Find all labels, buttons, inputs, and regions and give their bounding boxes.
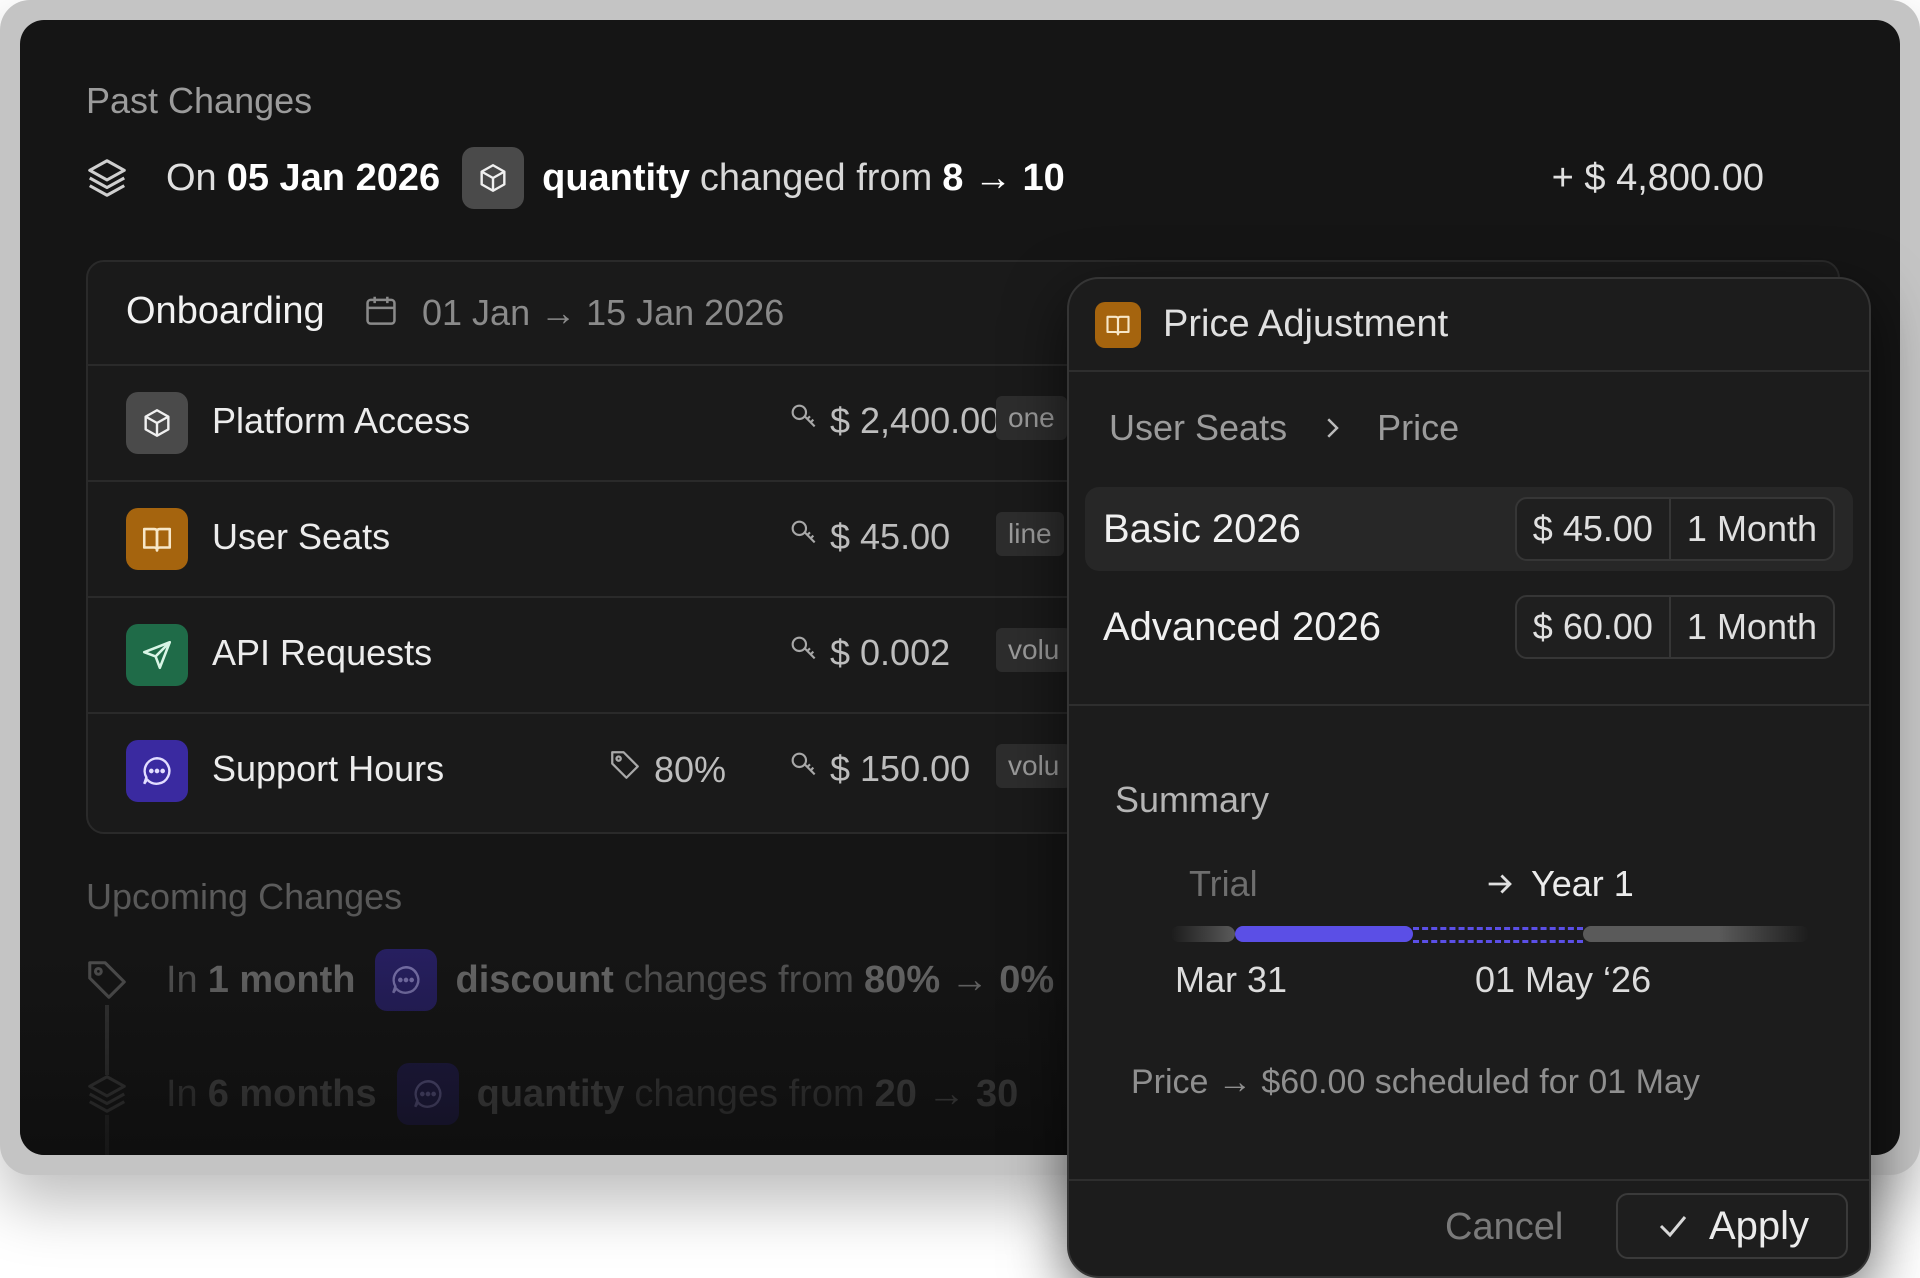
item-price-value: $ 150.00 bbox=[830, 748, 971, 789]
apply-label: Apply bbox=[1708, 1203, 1810, 1248]
upcoming-values: 20 → 30 bbox=[874, 1072, 1019, 1115]
item-name: User Seats bbox=[212, 516, 391, 557]
option-price: $ 45.00 bbox=[1532, 508, 1653, 549]
price-tag-icon bbox=[788, 748, 820, 790]
chat-icon bbox=[126, 740, 188, 802]
item-name: Support Hours bbox=[212, 748, 445, 789]
send-icon bbox=[126, 624, 188, 686]
upcoming-prefix: In bbox=[166, 1072, 198, 1115]
upcoming-when: 1 month bbox=[207, 958, 356, 1001]
chat-icon bbox=[375, 949, 438, 1011]
item-price: $ 0.002 bbox=[788, 632, 950, 674]
upcoming-verb: changes from bbox=[634, 1072, 865, 1115]
item-price-value: $ 2,400.00 bbox=[830, 400, 1001, 441]
price-tag-icon bbox=[788, 400, 820, 442]
item-price: $ 150.00 bbox=[788, 748, 970, 790]
item-discount-value: 80% bbox=[654, 748, 727, 790]
layers-icon bbox=[84, 1071, 130, 1117]
apply-button[interactable]: Apply bbox=[1616, 1193, 1848, 1259]
item-tag: line bbox=[996, 512, 1064, 556]
summary-title: Summary bbox=[1115, 779, 1270, 820]
item-price: $ 45.00 bbox=[788, 516, 950, 558]
upcoming-when: 6 months bbox=[207, 1072, 377, 1115]
item-price-value: $ 0.002 bbox=[830, 632, 951, 673]
upcoming-field: quantity bbox=[476, 1072, 625, 1115]
past-change-amount: + $ 4,800.00 bbox=[1551, 156, 1764, 199]
item-name: Platform Access bbox=[212, 400, 471, 441]
option-name: Basic 2026 bbox=[1103, 507, 1301, 551]
chat-icon bbox=[396, 1063, 459, 1125]
option-pill: $ 60.00 1 Month bbox=[1514, 595, 1835, 659]
upcoming-change-row[interactable]: In 6 months quantity changes from 20 → 3… bbox=[84, 1062, 1018, 1126]
past-change-prefix: On bbox=[166, 156, 217, 199]
chevron-right-icon bbox=[1317, 413, 1347, 443]
breadcrumb-item[interactable]: Price bbox=[1377, 407, 1459, 449]
timeline-bar-active bbox=[1235, 926, 1413, 942]
divider bbox=[1069, 704, 1869, 706]
price-option-advanced[interactable]: Advanced 2026 $ 60.00 1 Month bbox=[1085, 585, 1853, 669]
item-discount: 80% bbox=[608, 748, 726, 791]
option-price: $ 60.00 bbox=[1532, 606, 1653, 647]
past-changes-title: Past Changes bbox=[86, 80, 313, 121]
tag-icon bbox=[608, 748, 642, 791]
cube-icon bbox=[126, 392, 188, 454]
tag-icon bbox=[84, 957, 130, 1003]
price-adjustment-popover: Price Adjustment User Seats Price Basic … bbox=[1067, 277, 1871, 1278]
item-price-value: $ 45.00 bbox=[830, 516, 951, 557]
past-change-values: 8 → 10 bbox=[942, 156, 1065, 199]
cube-icon bbox=[462, 147, 525, 209]
upcoming-change-row[interactable]: In 1 month discount changes from 80% → 0… bbox=[84, 948, 1054, 1012]
book-icon bbox=[126, 508, 188, 570]
upcoming-field: discount bbox=[455, 958, 614, 1001]
phase-from-label: Trial bbox=[1189, 863, 1258, 904]
item-tag: one bbox=[996, 396, 1067, 440]
layers-icon bbox=[84, 155, 130, 201]
cancel-button[interactable]: Cancel bbox=[1439, 1205, 1569, 1250]
upcoming-values: 80% → 0% bbox=[864, 958, 1055, 1001]
arrow-right-icon bbox=[1483, 867, 1517, 906]
breadcrumb: User Seats Price bbox=[1109, 407, 1459, 449]
timeline-date-start: Mar 31 bbox=[1175, 959, 1288, 1000]
check-icon bbox=[1655, 1208, 1691, 1244]
upcoming-verb: changes from bbox=[623, 958, 855, 1001]
timeline-bar-future bbox=[1583, 926, 1809, 942]
item-price: $ 2,400.00 bbox=[788, 400, 1000, 442]
past-change-row[interactable]: On 05 Jan 2026 quantity changed from 8 →… bbox=[84, 146, 1834, 210]
option-period: 1 Month bbox=[1668, 499, 1833, 559]
calendar-icon bbox=[362, 292, 400, 335]
book-icon bbox=[1095, 302, 1141, 348]
timeline-bar-scheduled bbox=[1413, 927, 1583, 943]
item-name: API Requests bbox=[212, 632, 433, 673]
past-change-verb: changed from bbox=[699, 156, 933, 199]
breadcrumb-item[interactable]: User Seats bbox=[1109, 407, 1287, 449]
popover-footer: Cancel Apply bbox=[1069, 1179, 1869, 1276]
past-change-date: 05 Jan 2026 bbox=[226, 156, 441, 199]
past-change-field: quantity bbox=[542, 156, 690, 199]
price-tag-icon bbox=[788, 516, 820, 558]
option-name: Advanced 2026 bbox=[1103, 605, 1382, 649]
option-pill: $ 45.00 1 Month bbox=[1514, 497, 1835, 561]
popover-header: Price Adjustment bbox=[1069, 279, 1869, 372]
phase-to-label: Year 1 bbox=[1531, 863, 1634, 904]
item-tag: volu bbox=[996, 744, 1072, 788]
onboarding-title: Onboarding bbox=[126, 290, 325, 332]
price-tag-icon bbox=[788, 632, 820, 674]
option-period: 1 Month bbox=[1668, 597, 1833, 657]
popover-title: Price Adjustment bbox=[1163, 303, 1449, 345]
summary-note: Price → $60.00 scheduled for 01 May bbox=[1131, 1063, 1700, 1101]
upcoming-prefix: In bbox=[166, 958, 198, 1001]
price-option-basic[interactable]: Basic 2026 $ 45.00 1 Month bbox=[1085, 487, 1853, 571]
item-tag: volu bbox=[996, 628, 1072, 672]
onboarding-dates: 01 Jan → 15 Jan 2026 bbox=[422, 292, 785, 333]
upcoming-changes-title: Upcoming Changes bbox=[86, 876, 403, 917]
timeline-date-change: 01 May ‘26 bbox=[1475, 959, 1652, 1000]
timeline-bar-trial bbox=[1171, 926, 1235, 942]
